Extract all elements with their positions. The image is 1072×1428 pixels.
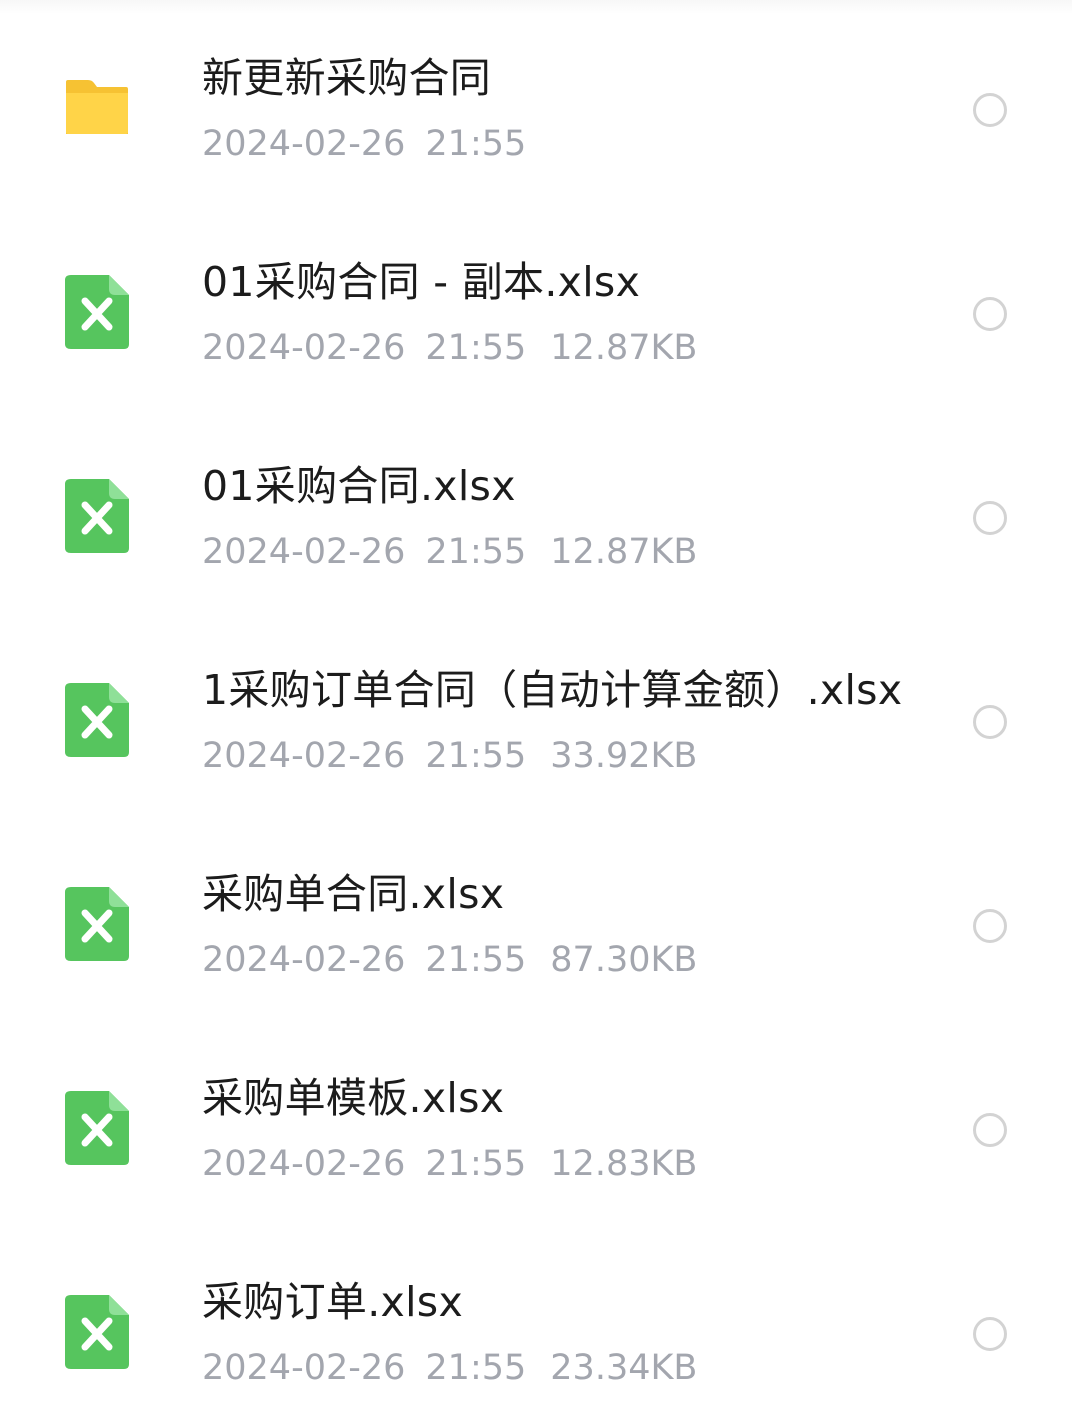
excel-file-icon — [64, 1090, 130, 1166]
file-date: 2024-02-26 — [202, 940, 406, 980]
select-radio[interactable] — [973, 297, 1007, 331]
file-meta: 2024-02-26 21:55 — [202, 122, 526, 166]
file-row[interactable]: 01采购合同.xlsx 2024-02-26 21:55 12.87KB — [0, 408, 1072, 612]
excel-file-icon — [64, 478, 130, 554]
file-list: 新更新采购合同 2024-02-26 21:55 01采购合同 - 副本.xlsx… — [0, 0, 1072, 1428]
file-time: 21:55 — [425, 328, 527, 368]
file-date: 2024-02-26 — [202, 328, 406, 368]
file-date: 2024-02-26 — [202, 1144, 406, 1184]
file-size: 12.87KB — [550, 328, 698, 368]
file-meta: 2024-02-26 21:55 12.83KB — [202, 1142, 697, 1186]
file-meta: 2024-02-26 21:55 87.30KB — [202, 938, 697, 982]
file-date: 2024-02-26 — [202, 736, 406, 776]
file-size: 33.92KB — [550, 736, 698, 776]
excel-file-icon — [64, 682, 130, 758]
file-meta: 2024-02-26 21:55 12.87KB — [202, 326, 697, 370]
file-meta: 2024-02-26 21:55 12.87KB — [202, 530, 697, 574]
excel-file-icon — [64, 1294, 130, 1370]
file-name: 01采购合同 - 副本.xlsx — [202, 258, 641, 306]
file-time: 21:55 — [425, 532, 527, 572]
file-meta: 2024-02-26 21:55 23.34KB — [202, 1346, 697, 1390]
file-name: 01采购合同.xlsx — [202, 462, 516, 510]
select-radio[interactable] — [973, 1113, 1007, 1147]
file-row[interactable]: 1采购订单合同（自动计算金额）.xlsx 2024-02-26 21:55 33.9… — [0, 612, 1072, 816]
file-date: 2024-02-26 — [202, 1348, 406, 1388]
file-date: 2024-02-26 — [202, 532, 406, 572]
file-time: 21:55 — [425, 1348, 527, 1388]
file-name: 采购订单.xlsx — [202, 1278, 464, 1326]
file-row[interactable]: 01采购合同 - 副本.xlsx 2024-02-26 21:55 12.87KB — [0, 204, 1072, 408]
file-row[interactable]: 采购单合同.xlsx 2024-02-26 21:55 87.30KB — [0, 816, 1072, 1020]
file-size: 23.34KB — [550, 1348, 698, 1388]
file-row[interactable]: 采购订单.xlsx 2024-02-26 21:55 23.34KB — [0, 1224, 1072, 1428]
file-time: 21:55 — [425, 940, 527, 980]
select-radio[interactable] — [973, 909, 1007, 943]
folder-icon — [64, 78, 130, 136]
file-size: 12.87KB — [550, 532, 698, 572]
file-time: 21:55 — [425, 124, 527, 164]
file-time: 21:55 — [425, 736, 527, 776]
select-radio[interactable] — [973, 705, 1007, 739]
excel-file-icon — [64, 886, 130, 962]
file-size: 12.83KB — [550, 1144, 698, 1184]
select-radio[interactable] — [973, 93, 1007, 127]
file-row[interactable]: 采购单模板.xlsx 2024-02-26 21:55 12.83KB — [0, 1020, 1072, 1224]
select-radio[interactable] — [973, 1317, 1007, 1351]
file-name: 1采购订单合同（自动计算金额）.xlsx — [202, 666, 903, 714]
select-radio[interactable] — [973, 501, 1007, 535]
folder-row[interactable]: 新更新采购合同 2024-02-26 21:55 — [0, 0, 1072, 204]
file-size: 87.30KB — [550, 940, 698, 980]
excel-file-icon — [64, 274, 130, 350]
file-name: 新更新采购合同 — [202, 54, 492, 102]
file-time: 21:55 — [425, 1144, 527, 1184]
file-name: 采购单模板.xlsx — [202, 1074, 505, 1122]
file-meta: 2024-02-26 21:55 33.92KB — [202, 734, 697, 778]
file-name: 采购单合同.xlsx — [202, 870, 505, 918]
file-date: 2024-02-26 — [202, 124, 406, 164]
